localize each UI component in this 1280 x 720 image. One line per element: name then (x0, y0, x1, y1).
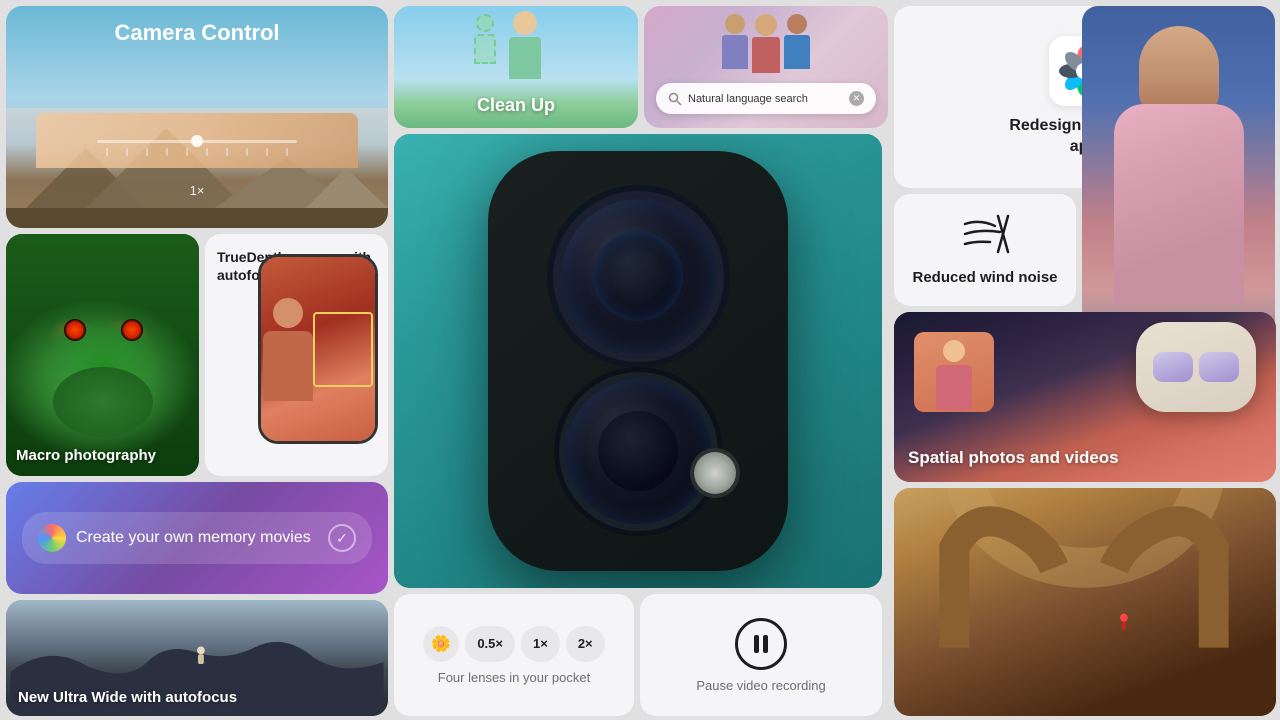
memory-movies-icon (38, 524, 66, 552)
ultra-wide-label: New Ultra Wide with autofocus (18, 689, 237, 706)
tile-memory-movies: Create your own memory movies ✓ (6, 482, 388, 594)
tile-center-camera (394, 134, 882, 588)
natural-language-search-text: Natural language search (688, 93, 843, 105)
frog-eye-left (64, 319, 86, 341)
tile-wind-noise: Reduced wind noise (894, 194, 1076, 306)
search-icon (668, 92, 682, 106)
frog-image (6, 234, 199, 476)
phone-mockup (258, 254, 378, 444)
pause-button[interactable] (735, 618, 787, 670)
lens-buttons-group: 🌼 0.5× 1× 2× (423, 626, 604, 662)
tile-natural-language: Natural language search ✕ (644, 6, 888, 128)
lens-flower-button[interactable]: 🌼 (423, 626, 459, 662)
tile-clean-up: Clean Up (394, 6, 638, 128)
pause-bar-right (763, 635, 768, 653)
tile-fusion: 48MP Fusion camera with 2x Telephoto (894, 488, 1276, 716)
tile-pause-video: Pause video recording (640, 594, 882, 716)
lens-05x-button[interactable]: 0.5× (465, 626, 515, 662)
main-container: Camera Control (0, 0, 1280, 720)
lens-1x-button[interactable]: 1× (521, 626, 560, 662)
face-detection-box (313, 312, 373, 387)
tile-truedepth: TrueDepth camera with autofocus (205, 234, 388, 476)
wind-noise-label: Reduced wind noise (912, 269, 1057, 286)
lens-2x-button[interactable]: 2× (566, 626, 605, 662)
clean-up-label: Clean Up (394, 95, 638, 116)
pause-video-label: Pause video recording (696, 678, 825, 693)
pause-bars (754, 635, 768, 653)
tile-camera-control: Camera Control (6, 6, 388, 228)
tile-four-lenses: 🌼 0.5× 1× 2× Four lenses in your pocket (394, 594, 634, 716)
tile-macro: Macro photography (6, 234, 199, 476)
tile-ultra-wide: New Ultra Wide with autofocus (6, 600, 388, 716)
spatial-label: Spatial photos and videos (908, 448, 1119, 467)
camera-control-zoom: 1× (190, 183, 205, 198)
camera-control-title: Camera Control (6, 20, 388, 46)
macro-label: Macro photography (16, 447, 156, 464)
memory-search-bar: Create your own memory movies ✓ (22, 512, 372, 564)
tile-spatial: Spatial photos and videos (894, 312, 1276, 482)
memory-movies-text: Create your own memory movies (76, 529, 318, 547)
pause-bar-left (754, 635, 759, 653)
bottom-lens (566, 379, 711, 524)
memory-check-button[interactable]: ✓ (328, 524, 356, 552)
arch-svg (894, 488, 1276, 648)
top-lens (561, 199, 716, 354)
four-lenses-label: Four lenses in your pocket (438, 670, 590, 685)
spatial-label-wrapper: Spatial photos and videos (908, 448, 1119, 468)
wind-noise-icon (960, 214, 1010, 263)
frog-eye-right (121, 319, 143, 341)
search-clear-button[interactable]: ✕ (849, 91, 864, 106)
phone-screen (261, 257, 375, 441)
